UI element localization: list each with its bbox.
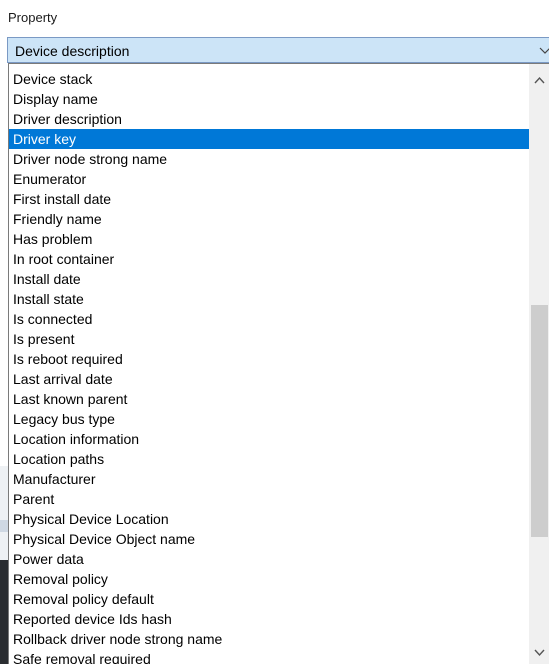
list-item[interactable]: In root container (9, 249, 529, 269)
list-item[interactable]: Location paths (9, 449, 529, 469)
list-item[interactable]: Physical Device Location (9, 509, 529, 529)
list-item[interactable]: Is connected (9, 309, 529, 329)
property-combobox[interactable]: Device description (7, 37, 549, 63)
list-item[interactable]: Last known parent (9, 389, 529, 409)
list-item[interactable]: Has problem (9, 229, 529, 249)
scrollbar-thumb[interactable] (531, 305, 548, 537)
list-item[interactable]: Is present (9, 329, 529, 349)
list-item[interactable]: Legacy bus type (9, 409, 529, 429)
scroll-up-arrow-icon[interactable] (533, 74, 546, 87)
list-item[interactable]: Install state (9, 289, 529, 309)
list-item[interactable]: Reported device Ids hash (9, 609, 529, 629)
scroll-down-arrow-icon[interactable] (533, 646, 546, 659)
property-label: Property (8, 10, 58, 25)
list-item[interactable]: Safe removal required (9, 649, 529, 664)
list-item[interactable]: Driver description (9, 109, 529, 129)
list-item[interactable]: Driver node strong name (9, 149, 529, 169)
list-item[interactable]: Physical Device Object name (9, 529, 529, 549)
combobox-selected-value: Device description (15, 43, 130, 59)
chevron-down-icon[interactable] (539, 44, 549, 56)
list-item[interactable]: Manufacturer (9, 469, 529, 489)
list-item[interactable]: Friendly name (9, 209, 529, 229)
property-dropdown-list[interactable]: Device stack Display name Driver descripti… (8, 63, 549, 664)
dropdown-items: Device stack Display name Driver descripti… (9, 69, 529, 664)
list-item[interactable]: Install date (9, 269, 529, 289)
list-item[interactable]: Display name (9, 89, 529, 109)
list-item-selected[interactable]: Driver key (9, 129, 529, 149)
list-item[interactable]: Device stack (9, 69, 529, 89)
list-item[interactable]: Last arrival date (9, 369, 529, 389)
list-item[interactable]: Is reboot required (9, 349, 529, 369)
list-item[interactable]: Removal policy (9, 569, 529, 589)
property-dialog: Property Device description Device stack… (0, 0, 549, 664)
list-item[interactable]: Rollback driver node strong name (9, 629, 529, 649)
list-item[interactable]: First install date (9, 189, 529, 209)
vertical-scrollbar[interactable] (529, 64, 549, 664)
list-item[interactable]: Enumerator (9, 169, 529, 189)
list-item[interactable]: Location information (9, 429, 529, 449)
list-item[interactable]: Removal policy default (9, 589, 529, 609)
list-item[interactable]: Power data (9, 549, 529, 569)
list-item[interactable]: Parent (9, 489, 529, 509)
